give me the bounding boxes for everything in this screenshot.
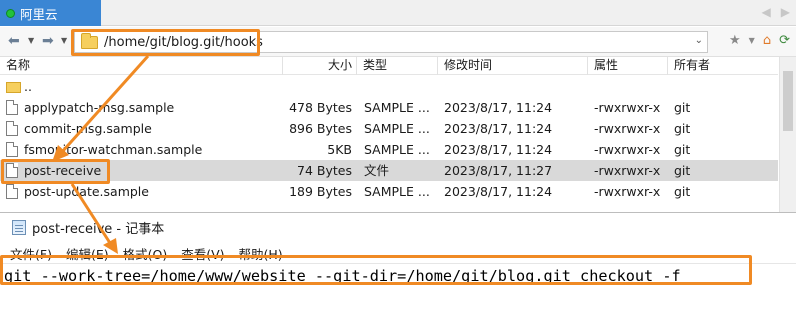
file-icon (6, 184, 18, 199)
folder-icon (81, 32, 98, 49)
toolbar: ⬅ ▼ ➡ ▼ /home/git/blog.git/hooks ⌄ ★ ▼ ⌂… (0, 27, 796, 57)
file-size: 74 Bytes (297, 163, 352, 178)
file-attributes: -rwxrwxr-x (594, 100, 661, 115)
toolbar-actions: ★ ▼ ⌂ ⟳ (729, 33, 790, 48)
file-modified: 2023/8/17, 11:24 (444, 142, 553, 157)
file-manager-window: 阿里云 ◀ ▶ ⬅ ▼ ➡ ▼ /home/git/blog.git/hooks… (0, 0, 796, 212)
tab-scroll-right-icon[interactable]: ▶ (781, 5, 790, 19)
chevron-down-icon[interactable]: ⌄ (695, 35, 703, 46)
file-modified: 2023/8/17, 11:24 (444, 121, 553, 136)
file-modified: 2023/8/17, 11:27 (444, 163, 553, 178)
table-row[interactable]: post-update.sample 189 Bytes SAMPLE ... … (0, 181, 778, 202)
file-size: 478 Bytes (289, 100, 352, 115)
back-history-dropdown-icon[interactable]: ▼ (28, 36, 34, 45)
tab-bar: 阿里云 ◀ ▶ (0, 0, 796, 26)
tab-scroll-controls: ◀ ▶ (762, 5, 790, 19)
file-icon (6, 121, 18, 136)
column-attributes[interactable]: 属性 (594, 57, 618, 75)
folder-icon (6, 82, 21, 93)
file-icon (6, 163, 18, 178)
file-name: .. (24, 79, 32, 94)
file-type: SAMPLE ... (364, 100, 430, 115)
file-name: commit-msg.sample (24, 121, 152, 136)
table-row-selected[interactable]: post-receive 74 Bytes 文件 2023/8/17, 11:2… (0, 160, 778, 181)
file-type: 文件 (364, 163, 390, 178)
notepad-content-line[interactable]: git --work-tree=/home/www/website --git-… (4, 266, 681, 286)
tab-scroll-left-icon[interactable]: ◀ (762, 5, 771, 19)
file-attributes: -rwxrwxr-x (594, 163, 661, 178)
address-path: /home/git/blog.git/hooks (104, 34, 263, 50)
file-attributes: -rwxrwxr-x (594, 184, 661, 199)
menu-file[interactable]: 文件(F) (10, 244, 52, 263)
bookmark-star-icon[interactable]: ★ (729, 33, 741, 48)
file-name: post-receive (24, 163, 102, 178)
file-attributes: -rwxrwxr-x (594, 142, 661, 157)
forward-history-dropdown-icon[interactable]: ▼ (61, 36, 67, 45)
table-row[interactable]: commit-msg.sample 896 Bytes SAMPLE ... 2… (0, 118, 778, 139)
notepad-title-bar: post-receive - 记事本 (0, 213, 796, 241)
notepad-icon (12, 219, 26, 235)
menu-edit[interactable]: 编辑(E) (66, 244, 109, 263)
file-type: SAMPLE ... (364, 142, 430, 157)
file-size: 189 Bytes (289, 184, 352, 199)
column-name[interactable]: 名称 (6, 57, 30, 75)
file-type: SAMPLE ... (364, 121, 430, 136)
file-owner: git (674, 121, 691, 136)
file-name: fsmonitor-watchman.sample (24, 142, 203, 157)
menu-format[interactable]: 格式(O) (123, 244, 168, 263)
notepad-text-area[interactable]: git --work-tree=/home/www/website --git-… (0, 263, 796, 335)
vertical-scrollbar[interactable] (779, 57, 796, 212)
file-icon (6, 100, 18, 115)
file-owner: git (674, 100, 691, 115)
file-name: post-update.sample (24, 184, 149, 199)
refresh-icon[interactable]: ⟳ (779, 33, 790, 48)
notepad-menu-bar: 文件(F) 编辑(E) 格式(O) 查看(V) 帮助(H) (0, 243, 796, 263)
file-attributes: -rwxrwxr-x (594, 121, 661, 136)
notepad-title: post-receive - 记事本 (32, 221, 165, 237)
file-modified: 2023/8/17, 11:24 (444, 184, 553, 199)
file-list: .. applypatch-msg.sample 478 Bytes SAMPL… (0, 76, 778, 202)
table-row[interactable]: fsmonitor-watchman.sample 5KB SAMPLE ...… (0, 139, 778, 160)
file-size: 896 Bytes (289, 121, 352, 136)
tab-label: 阿里云 (20, 6, 58, 22)
file-type: SAMPLE ... (364, 184, 430, 199)
address-bar[interactable]: /home/git/blog.git/hooks ⌄ (74, 31, 708, 53)
table-row-parent[interactable]: .. (0, 76, 778, 97)
table-row[interactable]: applypatch-msg.sample 478 Bytes SAMPLE .… (0, 97, 778, 118)
file-owner: git (674, 142, 691, 157)
file-name: applypatch-msg.sample (24, 100, 175, 115)
file-modified: 2023/8/17, 11:24 (444, 100, 553, 115)
forward-arrow-icon[interactable]: ➡ (42, 33, 54, 49)
column-type[interactable]: 类型 (363, 57, 387, 75)
file-size: 5KB (327, 142, 352, 157)
tab-aliyun[interactable]: 阿里云 (0, 0, 101, 26)
file-owner: git (674, 184, 691, 199)
notepad-window: post-receive - 记事本 文件(F) 编辑(E) 格式(O) 查看(… (0, 212, 796, 335)
scrollbar-thumb[interactable] (783, 71, 793, 131)
menu-view[interactable]: 查看(V) (181, 244, 224, 263)
menu-help[interactable]: 帮助(H) (239, 244, 283, 263)
column-size[interactable]: 大小 (322, 57, 352, 75)
column-modified[interactable]: 修改时间 (444, 57, 492, 75)
back-arrow-icon[interactable]: ⬅ (8, 33, 20, 49)
column-owner[interactable]: 所有者 (674, 57, 710, 75)
connection-status-icon (6, 8, 15, 18)
file-list-header: 名称 大小 类型 修改时间 属性 所有者 (0, 57, 778, 75)
bookmark-dropdown-icon[interactable]: ▼ (749, 36, 755, 45)
file-owner: git (674, 163, 691, 178)
home-icon[interactable]: ⌂ (763, 33, 771, 48)
file-icon (6, 142, 18, 157)
